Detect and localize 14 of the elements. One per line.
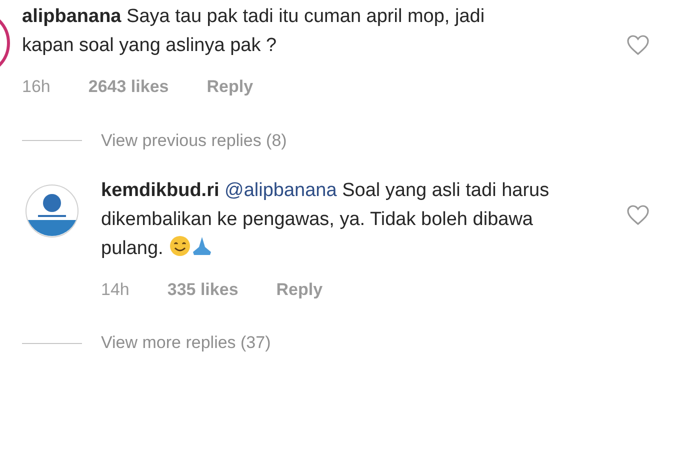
reply-link[interactable]: Reply [206, 74, 254, 100]
view-replies-link[interactable]: View more replies (37) [101, 330, 271, 356]
comment-text: kemdikbud.ri @alipbanana Soal yang asli tadi harus dikembalikan ke pengawas, ya. Tidak boleh dibawa pulang. [101, 178, 550, 260]
view-replies-link[interactable]: View previous replies (8) [101, 128, 287, 154]
like-count[interactable]: 335 likes [167, 276, 238, 302]
heart-icon[interactable] [626, 204, 650, 226]
like-count[interactable]: 2643 likes [88, 74, 169, 100]
avatar-icon[interactable] [25, 184, 79, 238]
heart-icon[interactable] [626, 34, 650, 56]
comment-text: alipbanana Saya tau pak tadi itu cuman april mop, jadi kapan soal yang aslinya pak ? [22, 5, 486, 58]
comment-time: 16h [22, 76, 50, 98]
mention-link[interactable]: @alipbanana [224, 180, 337, 200]
reply-link[interactable]: Reply [276, 276, 323, 302]
comment-time: 14h [101, 278, 130, 300]
